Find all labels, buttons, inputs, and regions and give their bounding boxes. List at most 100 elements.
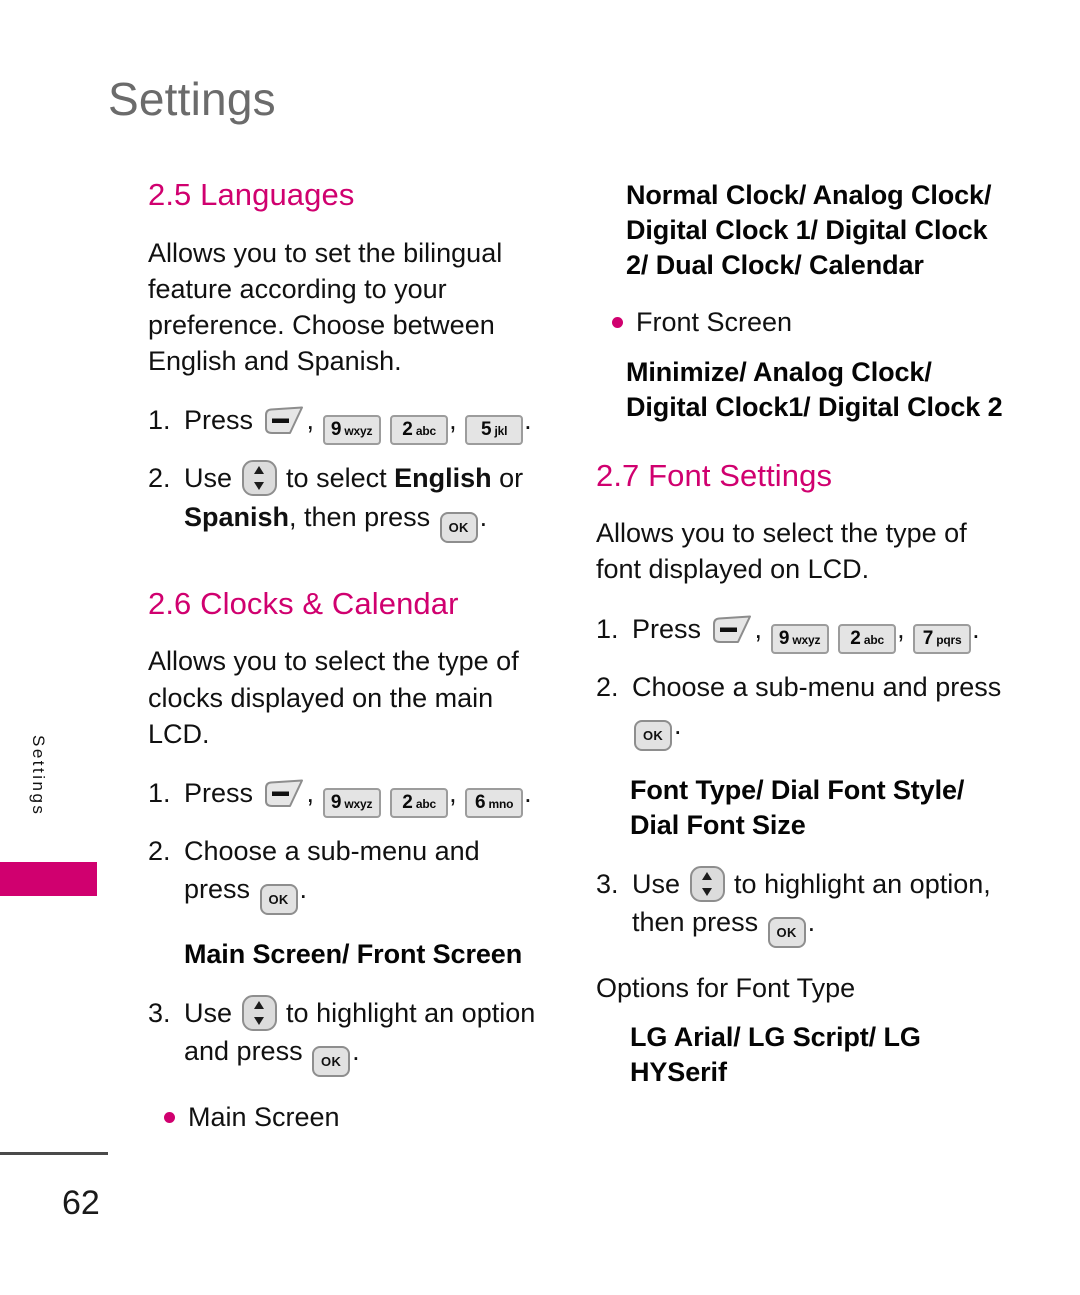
side-tab-label: Settings [29, 735, 48, 817]
options-2-7: Font Type/ Dial Font Style/ Dial Font Si… [630, 774, 965, 840]
step-2-7-3: 3. Use to highlight an option, then pres… [596, 865, 1016, 948]
ok-key-icon: OK [312, 1046, 351, 1078]
step-2-7-1: 1. Press , 9 wxyz 2 abc, 7 pqrs. [596, 610, 1016, 654]
list-item-label: Front Screen [636, 307, 793, 338]
key-2-icon: 2 abc [390, 415, 449, 446]
menu-key-icon [263, 779, 305, 809]
key-2-icon: 2 abc [838, 623, 897, 654]
step-end: . [479, 501, 488, 532]
step-end: . [524, 405, 532, 436]
manual-page: Settings Settings 62 2.5 Languages Allow… [0, 0, 1080, 1295]
menu-key-icon [711, 615, 753, 645]
option-spanish: Spanish [184, 501, 290, 532]
step-end: . [807, 906, 816, 937]
heading-2-7: 2.7 Font Settings [596, 457, 833, 493]
key-digit: 9 [330, 791, 342, 813]
bullet-dot-icon [164, 1112, 175, 1124]
step-2-5-1: 1. Press , 9 wxyz 2 abc, 5 jkl. [148, 401, 553, 446]
step-text: , then press [289, 501, 431, 532]
key-7-icon: 7 pqrs [913, 623, 972, 654]
step-text: Press [632, 613, 702, 644]
ok-key-icon: OK [767, 916, 806, 948]
step-text: Choose a sub-menu and press [184, 835, 480, 905]
arrow-up-icon [702, 871, 713, 880]
step-number: 3. [596, 868, 619, 899]
heading-2-5: 2.5 Languages [148, 177, 355, 212]
key-digit: 5 [480, 419, 492, 441]
key-digit: 2 [850, 627, 861, 649]
step-sep: , [897, 613, 905, 644]
intro-2-5: Allows you to set the bilingual feature … [148, 237, 503, 377]
key-digit: 2 [402, 419, 413, 441]
key-letters: abc [415, 424, 436, 439]
key-digit: 2 [402, 791, 413, 813]
front-screen-options: Minimize/ Analog Clock/ Digital Clock1/ … [626, 356, 1003, 422]
step-end: . [352, 1036, 360, 1067]
step-sep: , [754, 613, 763, 644]
footer-rule [0, 1152, 108, 1155]
step-sep: , [306, 405, 315, 436]
step-end: . [674, 709, 682, 740]
step-text: or [499, 463, 524, 494]
arrow-down-icon [254, 482, 265, 491]
step-text: Use [184, 463, 233, 494]
step-text: Press [184, 405, 254, 436]
key-2-icon: 2 abc [390, 787, 449, 818]
step-end: . [299, 874, 308, 905]
key-letters: abc [863, 632, 884, 647]
key-letters: wxyz [344, 796, 373, 811]
step-number: 2. [148, 835, 171, 866]
menu-key-icon [263, 406, 305, 436]
step-number: 1. [596, 613, 619, 644]
step-text: to select [286, 463, 387, 494]
navigation-key-icon [241, 995, 277, 1032]
key-letters: pqrs [936, 632, 962, 647]
step-text: Use [184, 998, 233, 1029]
ok-key-icon: OK [259, 884, 298, 916]
option-english: English [394, 463, 492, 494]
page-title: Settings [108, 73, 276, 125]
key-letters: jkl [494, 424, 508, 439]
step-end: . [972, 613, 980, 644]
intro-2-6: Allows you to select the type of clocks … [148, 646, 519, 749]
list-item: Front Screen [596, 304, 1016, 340]
page-number: 62 [62, 1184, 100, 1222]
step-sep: , [449, 405, 457, 436]
side-tab-bar [0, 862, 97, 896]
right-column: Normal Clock/ Analog Clock/ Digital Cloc… [596, 178, 1016, 1090]
step-sep: , [449, 777, 457, 808]
clock-options: Normal Clock/ Analog Clock/ Digital Cloc… [626, 180, 992, 280]
step-number: 1. [148, 777, 171, 808]
step-2-6-3: 3. Use to highlight an option and press … [148, 994, 553, 1078]
key-9-icon: 9 wxyz [322, 415, 381, 446]
intro-2-7: Allows you to select the type of font di… [596, 518, 967, 585]
step-text: Press [184, 777, 254, 808]
options-label-font-type: Options for Font Type [596, 972, 856, 1003]
key-5-icon: 5 jkl [465, 415, 524, 446]
font-type-options: LG Arial/ LG Script/ LG HYSerif [630, 1022, 921, 1087]
step-text: to highlight an option and press [184, 998, 536, 1067]
step-text: Use [632, 868, 681, 899]
arrow-up-icon [254, 466, 265, 475]
bullet-list-front-screen: Front Screen [596, 304, 1016, 340]
list-item: Main Screen [148, 1099, 553, 1135]
key-6-icon: 6 mno [465, 787, 524, 818]
key-digit: 9 [778, 627, 790, 649]
arrow-down-icon [702, 887, 713, 896]
key-letters: abc [415, 796, 436, 811]
navigation-key-icon [241, 460, 277, 497]
step-number: 2. [596, 671, 619, 702]
left-column: 2.5 Languages Allows you to set the bili… [148, 177, 553, 1136]
step-text: Choose a sub-menu and press [632, 671, 1002, 702]
key-9-icon: 9 wxyz [770, 623, 829, 654]
step-2-5-2: 2. Use to select English or Spanish, the… [148, 459, 553, 543]
step-end: . [524, 777, 532, 808]
options-2-6: Main Screen/ Front Screen [184, 939, 523, 970]
key-letters: mno [488, 796, 514, 811]
ok-key-icon: OK [439, 511, 478, 543]
bullet-list-2-6: Main Screen [148, 1099, 553, 1135]
step-sep: , [306, 777, 315, 808]
key-digit: 6 [474, 791, 486, 813]
step-number: 1. [148, 405, 171, 436]
key-digit: 7 [922, 627, 934, 649]
